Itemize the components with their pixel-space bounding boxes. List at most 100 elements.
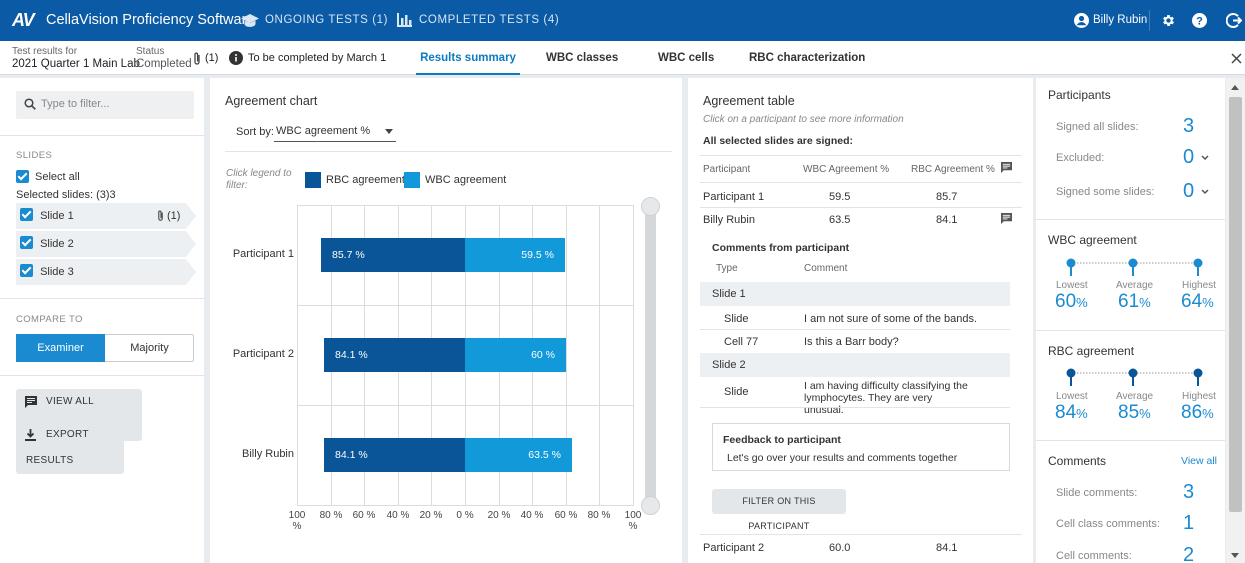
filter-on-participant-button[interactable]: FILTER ON THIS PARTICIPANT bbox=[712, 489, 846, 531]
x-tick-label: 100 % bbox=[288, 510, 306, 532]
select-all-label[interactable]: Select all bbox=[35, 171, 80, 183]
slide-row-3[interactable]: Slide 3 bbox=[16, 259, 196, 285]
sort-select[interactable]: WBC agreement % bbox=[274, 121, 396, 142]
bar-wbc: 60 % bbox=[465, 338, 566, 372]
slide-1-checkbox[interactable] bbox=[20, 208, 33, 221]
bar-rbc: 84.1 % bbox=[324, 438, 465, 472]
comment-text: I am not sure of some of the bands. bbox=[804, 313, 978, 325]
bar-rbc: 85.7 % bbox=[321, 238, 465, 272]
user-avatar-icon[interactable] bbox=[1074, 13, 1089, 28]
col-wbc-agreement[interactable]: WBC Agreement % bbox=[803, 164, 889, 175]
signed-some-label: Signed some slides: bbox=[1056, 186, 1155, 198]
slide-row-2[interactable]: Slide 2 bbox=[16, 231, 196, 257]
legend-swatch-rbc[interactable] bbox=[305, 172, 321, 188]
legend-wbc-label[interactable]: WBC agreement bbox=[425, 174, 506, 186]
top-navigation-bar: AV CellaVision Proficiency Software ONGO… bbox=[0, 0, 1245, 41]
scroll-up-arrow-icon[interactable] bbox=[1231, 85, 1239, 90]
chart-range-slider[interactable] bbox=[645, 205, 656, 505]
row-wbc: 63.5 bbox=[829, 214, 851, 226]
filter-placeholder: Type to filter... bbox=[41, 98, 110, 110]
help-icon[interactable]: ? bbox=[1192, 13, 1207, 28]
sort-select-value: WBC agreement % bbox=[276, 125, 371, 137]
signed-all-value: 3 bbox=[1183, 115, 1195, 137]
table-title: Agreement table bbox=[703, 94, 795, 108]
col-rbc-agreement[interactable]: RBC Agreement % bbox=[911, 164, 995, 175]
cellclass-comments-value: 1 bbox=[1183, 512, 1195, 534]
row-rbc: 84.1 bbox=[936, 542, 958, 554]
legend-swatch-wbc[interactable] bbox=[404, 172, 420, 188]
slide-3-checkbox[interactable] bbox=[20, 264, 33, 277]
nav-completed-tests[interactable]: COMPLETED TESTS (4) bbox=[419, 0, 559, 41]
rbc-highest-label: Highest bbox=[1182, 391, 1216, 402]
divider bbox=[1036, 440, 1225, 441]
rbc-range-indicator bbox=[1064, 367, 1208, 389]
rbc-lowest-value: 84% bbox=[1055, 402, 1088, 423]
select-all-checkbox[interactable] bbox=[16, 170, 29, 184]
legend-rbc-label[interactable]: RBC agreement bbox=[326, 174, 405, 186]
view-all-comments-link[interactable]: View all bbox=[1181, 455, 1217, 467]
export-results-button[interactable]: EXPORT RESULTS bbox=[16, 422, 124, 474]
divider bbox=[700, 207, 1022, 208]
tab-wbc-classes[interactable]: WBC classes bbox=[546, 41, 618, 75]
scrollbar-thumb[interactable] bbox=[1229, 97, 1242, 512]
tab-results-summary[interactable]: Results summary bbox=[416, 41, 520, 75]
feedback-box[interactable]: Feedback to participant Let's go over yo… bbox=[712, 423, 1010, 471]
legend-hint: Click legend to filter: bbox=[226, 168, 292, 191]
attachment-count[interactable]: (1) bbox=[205, 52, 218, 64]
comment-icon[interactable] bbox=[1001, 213, 1012, 224]
row-wbc: 60.0 bbox=[829, 542, 851, 554]
cell-comments-value: 2 bbox=[1183, 544, 1195, 563]
x-tick-label: 20 % bbox=[419, 510, 443, 521]
test-results-for-label: Test results for bbox=[12, 46, 78, 57]
user-name[interactable]: Billy Rubin bbox=[1093, 0, 1147, 41]
chart-title: Agreement chart bbox=[225, 94, 318, 108]
logout-icon[interactable] bbox=[1226, 12, 1242, 29]
status-value: Completed bbox=[136, 58, 192, 70]
row-rbc: 85.7 bbox=[936, 191, 958, 203]
divider bbox=[0, 375, 204, 376]
scroll-down-arrow-icon[interactable] bbox=[1231, 553, 1239, 558]
comment-col-comment: Comment bbox=[804, 263, 848, 274]
comment-group-label: Slide 2 bbox=[712, 359, 746, 371]
paperclip-icon[interactable] bbox=[192, 52, 202, 66]
slide-3-label: Slide 3 bbox=[40, 266, 74, 278]
slide-row-1[interactable]: Slide 1 (1) bbox=[16, 203, 196, 229]
range-handle-top[interactable] bbox=[641, 197, 660, 216]
grid-line bbox=[633, 205, 634, 505]
participants-title: Participants bbox=[1048, 88, 1111, 102]
cellclass-comments-label: Cell class comments: bbox=[1056, 518, 1160, 530]
sort-by-label: Sort by: bbox=[236, 126, 274, 138]
nav-ongoing-tests[interactable]: ONGOING TESTS (1) bbox=[265, 0, 388, 41]
range-handle-bottom[interactable] bbox=[641, 496, 660, 515]
gear-icon[interactable] bbox=[1161, 13, 1176, 28]
comment-group-label: Slide 1 bbox=[712, 288, 746, 300]
compare-heading: COMPARE TO bbox=[16, 314, 83, 325]
close-icon[interactable] bbox=[1231, 53, 1242, 64]
tab-rbc-characterization[interactable]: RBC characterization bbox=[749, 41, 865, 75]
divider bbox=[225, 151, 672, 152]
tab-wbc-cells[interactable]: WBC cells bbox=[658, 41, 714, 75]
slide-comments-value: 3 bbox=[1183, 481, 1195, 503]
signed-some-value[interactable]: 0 bbox=[1183, 180, 1194, 203]
wbc-agreement-title: WBC agreement bbox=[1048, 233, 1137, 247]
chevron-down-icon[interactable] bbox=[1201, 155, 1209, 161]
slide-2-checkbox[interactable] bbox=[20, 236, 33, 249]
col-participant[interactable]: Participant bbox=[703, 164, 750, 175]
compare-majority-button[interactable]: Majority bbox=[105, 334, 194, 362]
row-participant: Participant 1 bbox=[703, 191, 765, 203]
comment-type: Slide bbox=[724, 386, 749, 398]
compare-examiner-button[interactable]: Examiner bbox=[16, 334, 105, 362]
chevron-down-icon[interactable] bbox=[1201, 189, 1209, 195]
grid-line bbox=[297, 205, 298, 505]
rbc-average-label: Average bbox=[1116, 391, 1154, 402]
svg-text:?: ? bbox=[1196, 16, 1203, 28]
excluded-value[interactable]: 0 bbox=[1183, 146, 1194, 169]
x-tick-label: 40 % bbox=[520, 510, 544, 521]
table-hint: Click on a participant to see more infor… bbox=[703, 114, 904, 125]
feedback-text: Let's go over your results and comments … bbox=[727, 452, 958, 464]
wbc-lowest-value: 60% bbox=[1055, 291, 1088, 312]
due-note: To be completed by March 1 bbox=[248, 52, 387, 64]
divider bbox=[700, 329, 1010, 330]
selected-slides-count: Selected slides: (3)3 bbox=[16, 189, 116, 201]
comment-type: Cell 77 bbox=[724, 336, 759, 348]
